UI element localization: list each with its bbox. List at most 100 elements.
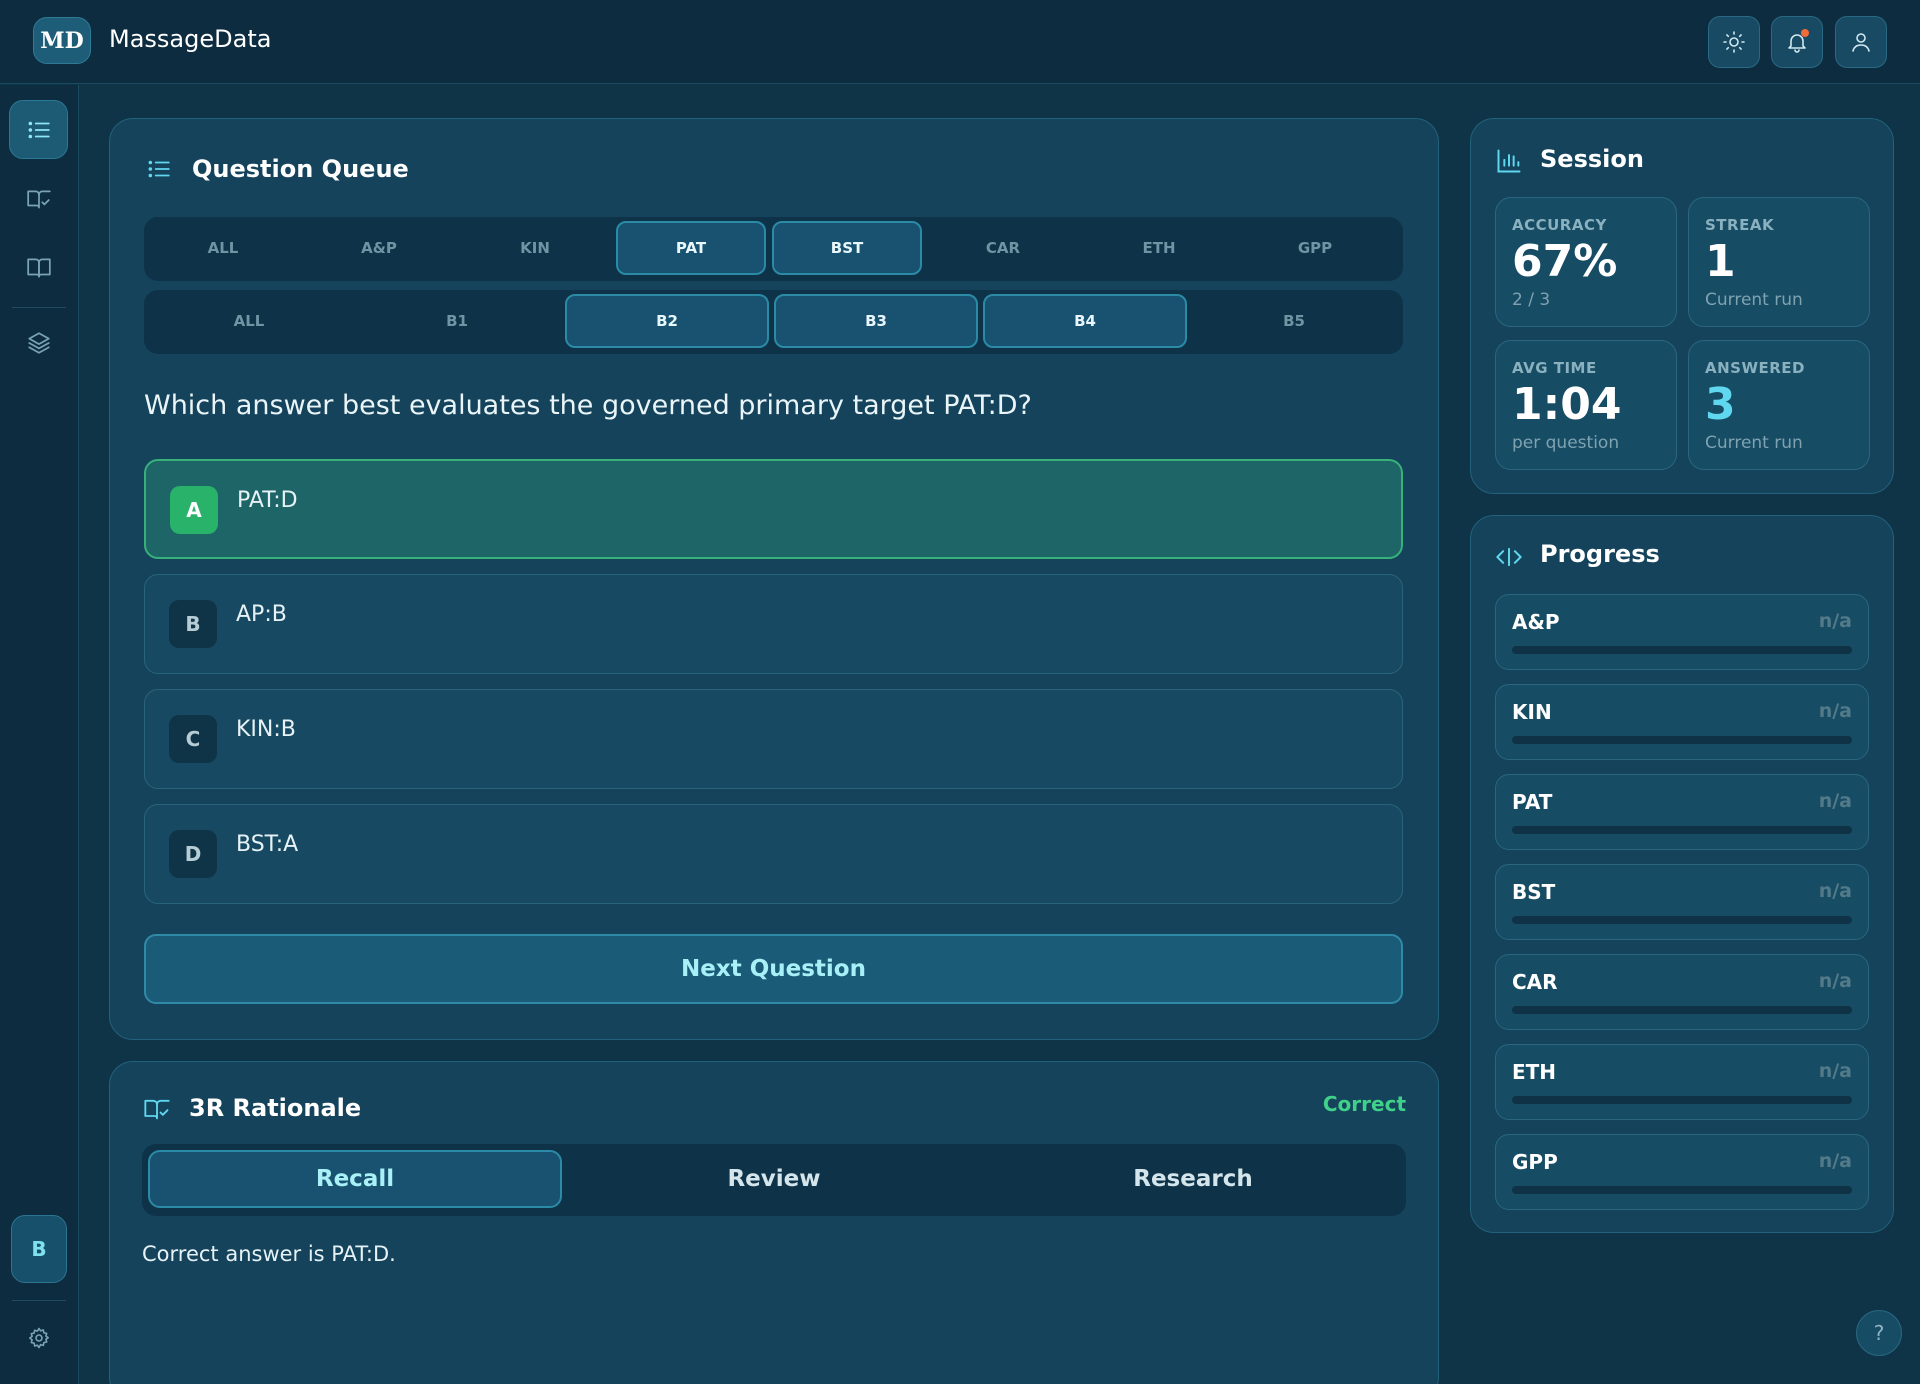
- progress-value: n/a: [1818, 700, 1852, 722]
- sidebar-divider: [12, 1300, 66, 1301]
- block-chip[interactable]: ALL: [149, 294, 349, 348]
- layers-icon: [27, 331, 50, 354]
- stat-sub: Current run: [1705, 433, 1803, 453]
- help-button[interactable]: ?: [1856, 1310, 1902, 1356]
- progress-value: n/a: [1818, 970, 1852, 992]
- progress-item: BST n/a: [1495, 864, 1869, 940]
- sidebar-item-review[interactable]: [9, 169, 68, 228]
- answer-option[interactable]: D BST:A: [144, 804, 1403, 904]
- progress-value: n/a: [1818, 790, 1852, 812]
- option-text: BST:A: [236, 832, 299, 857]
- answer-option[interactable]: B AP:B: [144, 574, 1403, 674]
- stat-value: 1:04: [1512, 379, 1622, 430]
- block-chip[interactable]: B2: [565, 294, 769, 348]
- progress-track: [1512, 1006, 1852, 1014]
- sidebar-item-settings[interactable]: [9, 1308, 68, 1367]
- subject-filter-row: ALL A&P KIN PAT BST CAR ETH GPP: [144, 217, 1403, 281]
- progress-value: n/a: [1818, 610, 1852, 632]
- answer-option[interactable]: C KIN:B: [144, 689, 1403, 789]
- rationale-title: 3R Rationale: [189, 1094, 362, 1122]
- progress-item: CAR n/a: [1495, 954, 1869, 1030]
- tab-recall[interactable]: Recall: [148, 1150, 562, 1208]
- book-check-icon: [26, 190, 51, 209]
- progress-track: [1512, 736, 1852, 744]
- progress-title: Progress: [1540, 540, 1660, 568]
- progress-item: ETH n/a: [1495, 1044, 1869, 1120]
- option-text: AP:B: [236, 602, 287, 627]
- progress-label: GPP: [1512, 1150, 1558, 1174]
- stat-label: STREAK: [1705, 216, 1775, 234]
- session-card: Session ACCURACY 67% 2 / 3 STREAK 1 Curr…: [1470, 118, 1894, 494]
- tab-research[interactable]: Research: [986, 1150, 1400, 1208]
- progress-item: PAT n/a: [1495, 774, 1869, 850]
- rationale-tabs: Recall Review Research: [142, 1144, 1406, 1216]
- progress-label: PAT: [1512, 790, 1553, 814]
- next-question-button[interactable]: Next Question: [144, 934, 1403, 1004]
- sidebar-item-queue[interactable]: [9, 100, 68, 159]
- stat-value: 3: [1705, 379, 1736, 430]
- progress-label: BST: [1512, 880, 1556, 904]
- theme-toggle-button[interactable]: [1708, 16, 1760, 68]
- sidebar-badge-b[interactable]: B: [11, 1215, 67, 1283]
- progress-card: Progress A&P n/a KIN n/a PAT n/a BST n/a…: [1470, 515, 1894, 1233]
- sidebar-item-layers[interactable]: [9, 313, 68, 372]
- open-book-icon: [26, 257, 51, 278]
- progress-track: [1512, 916, 1852, 924]
- bar-chart-icon: [1497, 149, 1521, 173]
- option-text: PAT:D: [237, 488, 298, 513]
- profile-button[interactable]: [1835, 16, 1887, 68]
- stat-answered: ANSWERED 3 Current run: [1688, 340, 1870, 470]
- rationale-text: Correct answer is PAT:D.: [142, 1242, 396, 1266]
- sun-icon: [1723, 31, 1745, 53]
- subject-chip[interactable]: CAR: [928, 221, 1078, 275]
- option-text: KIN:B: [236, 717, 296, 742]
- answer-option[interactable]: A PAT:D: [144, 459, 1403, 559]
- subject-chip[interactable]: PAT: [616, 221, 766, 275]
- app-title: MassageData: [109, 25, 272, 53]
- notifications-button[interactable]: [1771, 16, 1823, 68]
- subject-chip[interactable]: ETH: [1084, 221, 1234, 275]
- sidebar-item-logout[interactable]: [9, 1378, 68, 1384]
- block-chip[interactable]: B4: [983, 294, 1187, 348]
- subject-chip[interactable]: A&P: [304, 221, 454, 275]
- block-chip[interactable]: B5: [1192, 294, 1396, 348]
- progress-label: KIN: [1512, 700, 1552, 724]
- stat-sub: per question: [1512, 433, 1620, 453]
- stat-streak: STREAK 1 Current run: [1688, 197, 1870, 327]
- stat-accuracy: ACCURACY 67% 2 / 3: [1495, 197, 1677, 327]
- user-icon: [1852, 33, 1870, 52]
- progress-label: CAR: [1512, 970, 1558, 994]
- book-check-icon: [144, 1099, 170, 1120]
- stat-sub: 2 / 3: [1512, 290, 1551, 310]
- subject-chip[interactable]: BST: [772, 221, 922, 275]
- gear-icon: [28, 1327, 49, 1348]
- subject-chip[interactable]: ALL: [148, 221, 298, 275]
- tab-review[interactable]: Review: [567, 1150, 981, 1208]
- progress-track: [1512, 646, 1852, 654]
- sidebar-divider: [12, 307, 66, 308]
- progress-value: n/a: [1818, 1060, 1852, 1082]
- subject-chip[interactable]: GPP: [1240, 221, 1390, 275]
- progress-item: A&P n/a: [1495, 594, 1869, 670]
- progress-track: [1512, 826, 1852, 834]
- stat-sub: Current run: [1705, 290, 1803, 310]
- sidebar-item-library[interactable]: [9, 238, 68, 297]
- stat-value: 1: [1705, 236, 1736, 287]
- progress-item: KIN n/a: [1495, 684, 1869, 760]
- block-chip[interactable]: B1: [357, 294, 557, 348]
- subject-chip[interactable]: KIN: [460, 221, 610, 275]
- status-badge: Correct: [1322, 1092, 1406, 1116]
- stat-label: ACCURACY: [1512, 216, 1607, 234]
- progress-label: ETH: [1512, 1060, 1557, 1084]
- progress-item: GPP n/a: [1495, 1134, 1869, 1210]
- stat-avg-time: AVG TIME 1:04 per question: [1495, 340, 1677, 470]
- sidebar: B: [0, 85, 79, 1384]
- block-chip[interactable]: B3: [774, 294, 978, 348]
- top-bar: MD MassageData: [0, 0, 1920, 84]
- option-letter: A: [170, 486, 218, 534]
- list-icon: [28, 121, 50, 138]
- progress-value: n/a: [1818, 1150, 1852, 1172]
- app-logo[interactable]: MD: [33, 17, 91, 64]
- question-queue-card: Question Queue ALL A&P KIN PAT BST CAR E…: [109, 118, 1439, 1040]
- rationale-card: 3R Rationale Correct Recall Review Resea…: [109, 1061, 1439, 1384]
